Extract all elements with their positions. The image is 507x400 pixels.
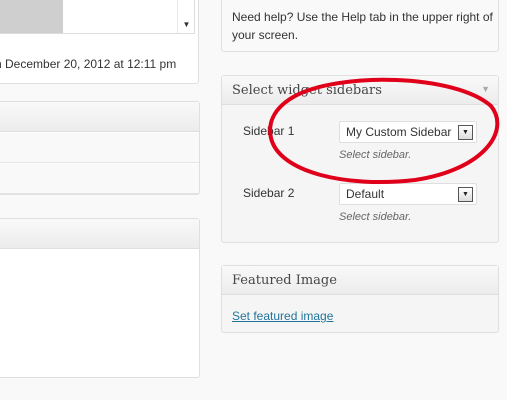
last-edited-text: n December 20, 2012 at 12:11 pm	[0, 57, 177, 71]
sidebar-2-description: Select sidebar.	[339, 211, 412, 223]
image-thumbnail	[0, 0, 63, 33]
scrollbar[interactable]: ▼	[177, 0, 194, 33]
left-meta-row	[0, 133, 199, 163]
left-meta-row	[0, 164, 199, 194]
left-meta-box-header[interactable]	[0, 102, 199, 132]
sidebar-2-select[interactable]: Default ▼	[339, 183, 477, 205]
featured-image-panel-header[interactable]: Featured Image	[222, 266, 498, 295]
panel-title: Featured Image	[232, 273, 337, 288]
sidebar-2-value: Default	[346, 187, 385, 201]
left-content-box	[0, 218, 200, 378]
featured-image-panel: Featured Image Set featured image	[221, 265, 499, 333]
dropdown-arrow-icon[interactable]: ▼	[458, 187, 473, 202]
help-text: Need help? Use the Help tab in the upper…	[232, 10, 493, 42]
left-content-box-header[interactable]	[0, 219, 199, 249]
arrow-down-icon[interactable]: ▼	[178, 17, 195, 33]
help-box: Need help? Use the Help tab in the upper…	[221, 0, 499, 52]
editor-box: ▼ n December 20, 2012 at 12:11 pm	[0, 0, 199, 84]
set-featured-image-link[interactable]: Set featured image	[232, 309, 333, 323]
sidebar-2-label: Sidebar 2	[243, 186, 295, 200]
editor-area[interactable]: ▼	[0, 0, 195, 34]
left-meta-box	[0, 101, 200, 195]
annotation-ellipse	[268, 77, 500, 184]
